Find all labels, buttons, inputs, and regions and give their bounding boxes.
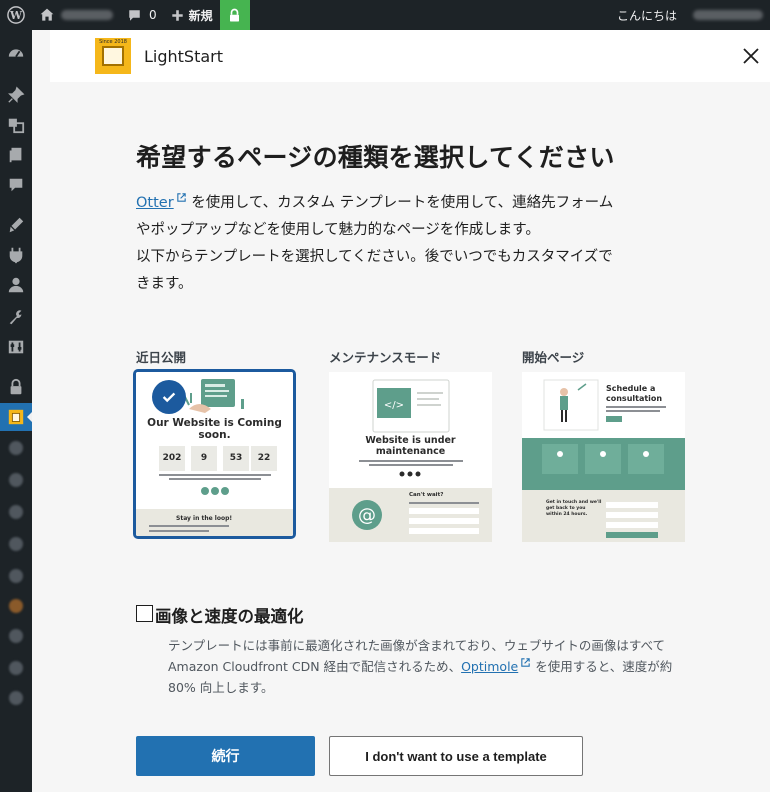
- countdown-minutes: 53: [223, 446, 249, 471]
- svg-text:</>: </>: [384, 400, 404, 411]
- optimize-description: テンプレートには事前に最適化された画像が含まれており、ウェブサイトの画像はすべて…: [168, 635, 688, 698]
- page-title: 希望するページの種類を選択してください: [136, 143, 615, 172]
- template-label-maintenance: メンテナンスモード: [329, 350, 442, 365]
- pin-icon[interactable]: [6, 85, 26, 105]
- admin-sidebar: [0, 30, 33, 792]
- menu-item-blurred[interactable]: [6, 502, 26, 522]
- close-icon: [743, 48, 759, 64]
- dashboard-icon[interactable]: [6, 43, 26, 63]
- maintenance-heading: Website is under maintenance: [365, 435, 456, 457]
- countdown-seconds: 22: [251, 446, 277, 471]
- coming-soon-footer: Stay in the loop!: [176, 515, 233, 522]
- svg-text:@: @: [358, 505, 376, 526]
- countdown-hours: 9: [191, 446, 217, 471]
- checkmark-icon: [162, 392, 176, 403]
- menu-item-blurred[interactable]: [6, 626, 26, 646]
- home-icon: [40, 8, 54, 21]
- template-label-coming-soon: 近日公開: [136, 350, 187, 365]
- optimize-checkbox[interactable]: [136, 605, 153, 622]
- template-picker-modal: Since 2018 LightStart 希望するページの種類を選択してくださ…: [32, 30, 770, 792]
- security-lock-button[interactable]: [219, 0, 250, 30]
- username-blurred: [693, 10, 763, 20]
- users-icon[interactable]: [6, 275, 26, 295]
- my-account-menu[interactable]: こんにちは: [610, 0, 770, 30]
- intro-line-2: やポップアップなどを使用して魅力的なページを作成します。: [136, 222, 540, 238]
- brand-name: LightStart: [144, 46, 224, 66]
- menu-item-blurred[interactable]: [6, 658, 26, 678]
- plus-icon: [171, 9, 183, 21]
- otter-link[interactable]: Otter: [136, 195, 174, 211]
- modal-header: Since 2018 LightStart: [50, 30, 770, 82]
- menu-item-blurred[interactable]: [6, 596, 26, 616]
- intro-text: Otter を使用して、カスタム テンプレートを使用して、連絡先フォーム やポッ…: [136, 190, 696, 298]
- menu-item-blurred[interactable]: [6, 438, 26, 458]
- new-content-menu[interactable]: 新規: [164, 0, 220, 30]
- maintenance-illustration: </> @: [329, 372, 492, 542]
- lightstart-logo: Since 2018: [95, 38, 131, 74]
- countdown-days: 202: [159, 446, 185, 471]
- selected-check-badge: [152, 380, 186, 414]
- continue-button[interactable]: 続行: [136, 736, 315, 776]
- security-menu-icon[interactable]: [6, 377, 26, 397]
- appearance-icon[interactable]: [6, 215, 26, 235]
- optimize-title: 画像と速度の最適化: [155, 607, 304, 626]
- external-link-icon: [176, 193, 186, 202]
- site-name-link[interactable]: [32, 0, 120, 30]
- comments-link[interactable]: 0: [120, 0, 164, 30]
- media-icon[interactable]: [6, 115, 26, 135]
- template-card-start-page[interactable]: Schedule a consultation Get in touch and…: [522, 372, 685, 542]
- settings-icon[interactable]: [6, 337, 26, 357]
- menu-item-blurred[interactable]: [6, 470, 26, 490]
- plugins-icon[interactable]: [6, 245, 26, 265]
- template-card-maintenance[interactable]: </> @ Website is under maintenance Can't…: [329, 372, 492, 542]
- wordpress-logo-icon[interactable]: W: [0, 0, 32, 30]
- menu-item-blurred[interactable]: [6, 688, 26, 708]
- intro-line-1: を使用して、カスタム テンプレートを使用して、連絡先フォーム: [186, 195, 614, 211]
- coming-soon-heading: Our Website is Coming soon.: [147, 417, 282, 441]
- pages-icon[interactable]: [6, 145, 26, 165]
- template-label-start-page: 開始ページ: [522, 350, 585, 365]
- start-page-form-title: Get in touch and we'll get back to you w…: [546, 500, 602, 517]
- start-page-heading: Schedule a consultation: [606, 384, 663, 403]
- close-button[interactable]: [738, 43, 764, 69]
- site-name-blurred: [61, 10, 113, 20]
- lightstart-menu-icon[interactable]: [0, 403, 33, 431]
- menu-item-blurred[interactable]: [6, 534, 26, 554]
- greeting-text: こんにちは: [616, 8, 677, 23]
- intro-line-3: 以下からテンプレートを選択してください。後でいつでもカスタマイズで: [136, 249, 613, 265]
- optimole-link[interactable]: Optimole: [461, 659, 518, 674]
- comments-count: 0: [149, 8, 157, 22]
- comment-icon: [129, 9, 140, 21]
- no-template-button[interactable]: I don't want to use a template: [329, 736, 583, 776]
- new-label: 新規: [188, 8, 213, 23]
- admin-bar: W 0 新規 こんにちは: [0, 0, 770, 30]
- maintenance-form-title: Can't wait?: [409, 492, 444, 498]
- menu-item-blurred[interactable]: [6, 566, 26, 586]
- comments-menu-icon[interactable]: [6, 175, 26, 195]
- intro-line-4: きます。: [136, 276, 193, 292]
- external-link-icon: [521, 658, 530, 667]
- svg-text:W: W: [9, 9, 23, 22]
- tools-icon[interactable]: [6, 307, 26, 327]
- lock-icon: [230, 8, 240, 21]
